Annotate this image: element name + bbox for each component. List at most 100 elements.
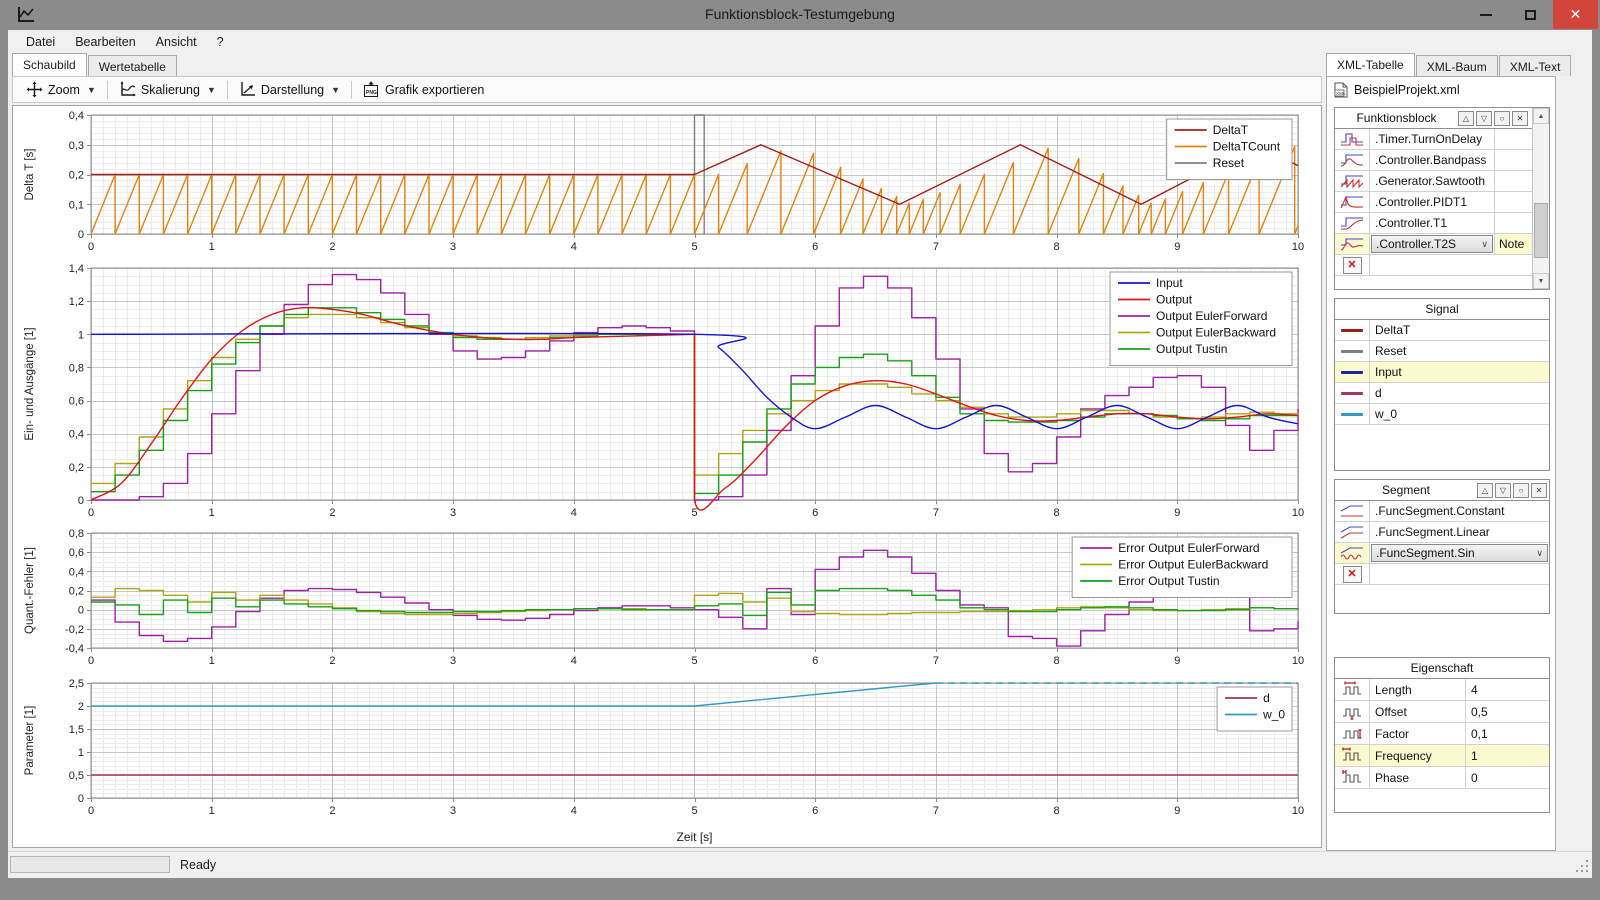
y-axis-label: Quant.-Fehler [1] (24, 547, 36, 634)
segment-row[interactable]: .FuncSegment.Sin∨ (1335, 543, 1549, 564)
funktionsblock-row[interactable]: .Generator.Sawtooth (1335, 171, 1532, 192)
x-tick-label: 3 (450, 805, 456, 817)
delete-row-button[interactable]: ✕ (1343, 257, 1362, 274)
tab-xml-text[interactable]: XML-Text (1499, 55, 1572, 76)
scroll-thumb[interactable] (1534, 203, 1548, 258)
scroll-up-button[interactable]: ▲ (1533, 108, 1549, 124)
signal-row[interactable]: DeltaT (1335, 320, 1549, 341)
funktionsblock-note-cell (1494, 213, 1532, 233)
tab-xml-tabelle[interactable]: XML-Tabelle (1326, 53, 1415, 76)
header-down-button[interactable]: ▽ (1495, 483, 1511, 498)
menu-item-bearbeiten[interactable]: Bearbeiten (65, 32, 145, 52)
header-delete-button[interactable]: ✕ (1512, 111, 1528, 126)
scroll-down-button[interactable]: ▼ (1533, 273, 1549, 289)
funktionsblock-combobox[interactable]: .Controller.T2S∨ (1371, 235, 1493, 253)
header-circle-button[interactable]: ○ (1494, 111, 1510, 126)
menu-item-ansicht[interactable]: Ansicht (146, 32, 207, 52)
segment-row[interactable]: .FuncSegment.Constant (1335, 501, 1549, 522)
xml-table-panel: XML BeispielProjekt.xml Funktionsblock△▽… (1326, 76, 1556, 851)
funktionsblock-row[interactable]: .Controller.T2S∨Note (1335, 234, 1532, 255)
funktionsblock-box: Funktionsblock△▽○✕.Timer.TurnOnDelay.Con… (1334, 107, 1550, 290)
header-circle-button[interactable]: ○ (1513, 483, 1529, 498)
y-tick-label: 0,6 (69, 547, 84, 559)
x-tick-label: 2 (329, 655, 335, 667)
x-tick-label: 1 (209, 805, 215, 817)
signal-color-swatch (1341, 350, 1363, 353)
eigenschaft-row[interactable]: Phase0 (1335, 767, 1549, 789)
y-tick-label: 0,2 (69, 586, 84, 598)
signal-row[interactable]: w_0 (1335, 404, 1549, 425)
client-area: DateiBearbeitenAnsicht? SchaubildWerteta… (8, 30, 1592, 878)
toolbar-button-zoom[interactable]: Zoom▼ (19, 79, 103, 100)
delete-row-button[interactable]: ✕ (1343, 566, 1362, 583)
segment-row-icon (1335, 501, 1370, 521)
dropdown-arrow-icon: ▼ (331, 85, 340, 95)
close-button[interactable]: ✕ (1553, 0, 1598, 29)
segment-title: Segment (1335, 483, 1477, 497)
tab-schaubild[interactable]: Schaubild (12, 53, 87, 76)
eigenschaft-value[interactable]: 1 (1466, 745, 1549, 766)
segment-row[interactable]: .FuncSegment.Linear (1335, 522, 1549, 543)
signal-row[interactable]: Reset (1335, 341, 1549, 362)
signal-row[interactable]: d (1335, 383, 1549, 404)
header-delete-button[interactable]: ✕ (1531, 483, 1547, 498)
legend-label: Error Output Tustin (1118, 574, 1219, 588)
xml-file-row[interactable]: XML BeispielProjekt.xml (1333, 82, 1460, 98)
maximize-button[interactable] (1508, 0, 1553, 29)
chart-2: 01234567891000,20,40,60,811,21,4Ein- und… (13, 256, 1319, 522)
funktionsblock-scrollbar[interactable]: ▲▼ (1532, 108, 1549, 289)
x-tick-label: 6 (812, 241, 818, 253)
eigenschaft-row[interactable]: Factor0,1 (1335, 723, 1549, 745)
eigenschaft-value[interactable]: 4 (1466, 679, 1549, 700)
toolbar-button-grafik-exportieren[interactable]: PNGGrafik exportieren (356, 79, 491, 100)
y-tick-label: 0,6 (69, 396, 84, 408)
xml-file-icon: XML (1333, 82, 1349, 98)
legend-label: w_0 (1262, 708, 1285, 722)
titlebar[interactable]: Funktionsblock-Testumgebung ✕ (0, 0, 1600, 30)
eigenschaft-row[interactable]: Frequency1 (1335, 745, 1549, 767)
y-tick-label: 1,2 (69, 296, 84, 308)
funktionsblock-row[interactable]: .Timer.TurnOnDelay (1335, 129, 1532, 150)
funktionsblock-note-cell[interactable]: Note (1494, 234, 1532, 254)
eigenschaft-value[interactable]: 0,1 (1466, 723, 1549, 744)
header-down-button[interactable]: ▽ (1476, 111, 1492, 126)
toolbar-button-darstellung[interactable]: Darstellung▼ (232, 79, 347, 100)
funktionsblock-row[interactable]: .Controller.T1 (1335, 213, 1532, 234)
header-up-button[interactable]: △ (1458, 111, 1474, 126)
menu-item-help[interactable]: ? (207, 32, 234, 52)
funktionsblock-row-icon (1335, 192, 1370, 212)
segment-name: .FuncSegment.Linear (1370, 522, 1549, 542)
eigenschaft-row[interactable]: Offset0,5 (1335, 701, 1549, 723)
xml-file-name: BeispielProjekt.xml (1354, 83, 1460, 97)
eigenschaft-row[interactable]: Length4 (1335, 679, 1549, 701)
segment-row-icon (1335, 522, 1370, 542)
segment-combobox[interactable]: .FuncSegment.Sin∨ (1371, 544, 1548, 562)
funktionsblock-row[interactable]: .Controller.Bandpass (1335, 150, 1532, 171)
menu-item-datei[interactable]: Datei (16, 32, 65, 52)
turn-on-delay-icon (1339, 131, 1365, 147)
close-icon: ✕ (1570, 6, 1582, 23)
toolbar-button-skalierung[interactable]: Skalierung▼ (112, 79, 223, 100)
tab-wertetabelle[interactable]: Wertetabelle (88, 55, 177, 76)
x-tick-label: 3 (450, 507, 456, 519)
signal-row[interactable]: Input (1335, 362, 1549, 383)
signal-box: SignalDeltaTResetInputdw_0 (1334, 298, 1550, 471)
funktionsblock-row[interactable]: .Controller.PIDT1 (1335, 192, 1532, 213)
y-tick-label: -0,4 (65, 643, 84, 655)
signal-color-swatch (1341, 329, 1363, 332)
header-up-button[interactable]: △ (1477, 483, 1493, 498)
y-tick-label: 1,5 (69, 724, 84, 736)
minimize-button[interactable] (1463, 0, 1508, 29)
seg-sin-icon (1339, 545, 1365, 561)
status-text: Ready (180, 858, 216, 872)
chevron-down-icon: ∨ (1536, 548, 1543, 559)
eigenschaft-value[interactable]: 0 (1466, 767, 1549, 788)
signal-swatch-cell (1335, 362, 1370, 382)
resize-grip[interactable] (1576, 860, 1590, 874)
x-tick-label: 8 (1054, 805, 1060, 817)
eigenschaft-value[interactable]: 0,5 (1466, 701, 1549, 722)
legend-label: DeltaT (1213, 123, 1249, 137)
eigenschaft-icon-cell (1335, 679, 1370, 700)
x-tick-label: 10 (1292, 805, 1304, 817)
tab-xml-baum[interactable]: XML-Baum (1416, 55, 1498, 76)
